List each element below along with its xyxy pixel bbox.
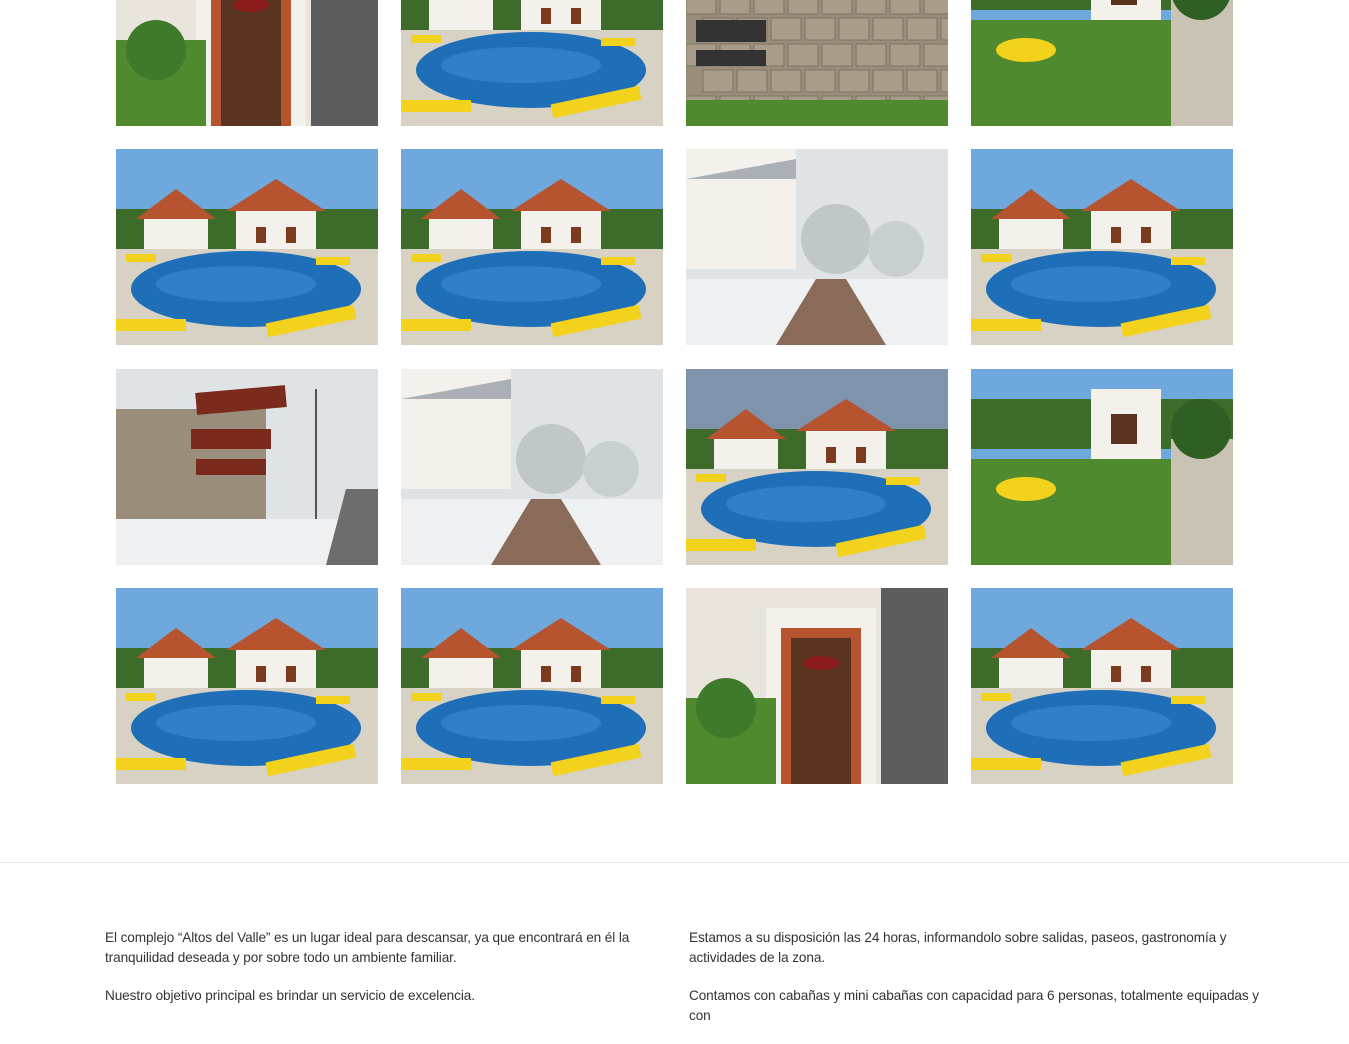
photo-pool-evening[interactable] xyxy=(686,369,948,565)
photo-sauna-door[interactable] xyxy=(686,588,948,784)
photo-pool-day-image xyxy=(401,0,663,126)
photo-pool-fence[interactable] xyxy=(401,149,663,345)
photo-sauna-door-image xyxy=(686,588,948,784)
photo-garden-lawn[interactable] xyxy=(971,0,1233,126)
info-left-paragraph-2: Nuestro objetivo principal es brindar un… xyxy=(105,988,475,1003)
photo-pool-wide-1-image xyxy=(116,588,378,784)
photo-snow-sign[interactable] xyxy=(116,369,378,565)
info-right-paragraph-1: Estamos a su disposición las 24 horas, i… xyxy=(689,930,1227,965)
photo-stone-sign-image xyxy=(686,0,948,126)
photo-pool-wide-2[interactable] xyxy=(401,588,663,784)
photo-pool-house-1-image xyxy=(116,149,378,345)
photo-garden-lawn-image xyxy=(971,0,1233,126)
photo-pool-evening-image xyxy=(686,369,948,565)
photo-snow-path-image xyxy=(686,149,948,345)
photo-garden-house-image xyxy=(971,369,1233,565)
photo-pool-house-1[interactable] xyxy=(116,149,378,345)
photo-pool-wide-3[interactable] xyxy=(971,588,1233,784)
photo-snow-courtyard[interactable] xyxy=(401,369,663,565)
photo-pool-wide-2-image xyxy=(401,588,663,784)
info-column-right: Estamos a su disposición las 24 horas, i… xyxy=(689,928,1259,1044)
photo-pool-house-2[interactable] xyxy=(971,149,1233,345)
photo-pool-wide-1[interactable] xyxy=(116,588,378,784)
info-left-paragraph-1: El complejo “Altos del Valle” es un luga… xyxy=(105,930,630,965)
photo-entrance-night[interactable] xyxy=(116,0,378,126)
photo-garden-house[interactable] xyxy=(971,369,1233,565)
photo-gallery xyxy=(0,0,1349,790)
photo-pool-house-2-image xyxy=(971,149,1233,345)
photo-stone-sign[interactable] xyxy=(686,0,948,126)
photo-pool-fence-image xyxy=(401,149,663,345)
photo-snow-courtyard-image xyxy=(401,369,663,565)
info-right-paragraph-2: Contamos con cabañas y mini cabañas con … xyxy=(689,988,1259,1023)
photo-entrance-night-image xyxy=(116,0,378,126)
info-column-left: El complejo “Altos del Valle” es un luga… xyxy=(105,928,665,1024)
photo-snow-sign-image xyxy=(116,369,378,565)
photo-pool-day[interactable] xyxy=(401,0,663,126)
photo-snow-path[interactable] xyxy=(686,149,948,345)
section-divider xyxy=(0,862,1349,863)
photo-pool-wide-3-image xyxy=(971,588,1233,784)
